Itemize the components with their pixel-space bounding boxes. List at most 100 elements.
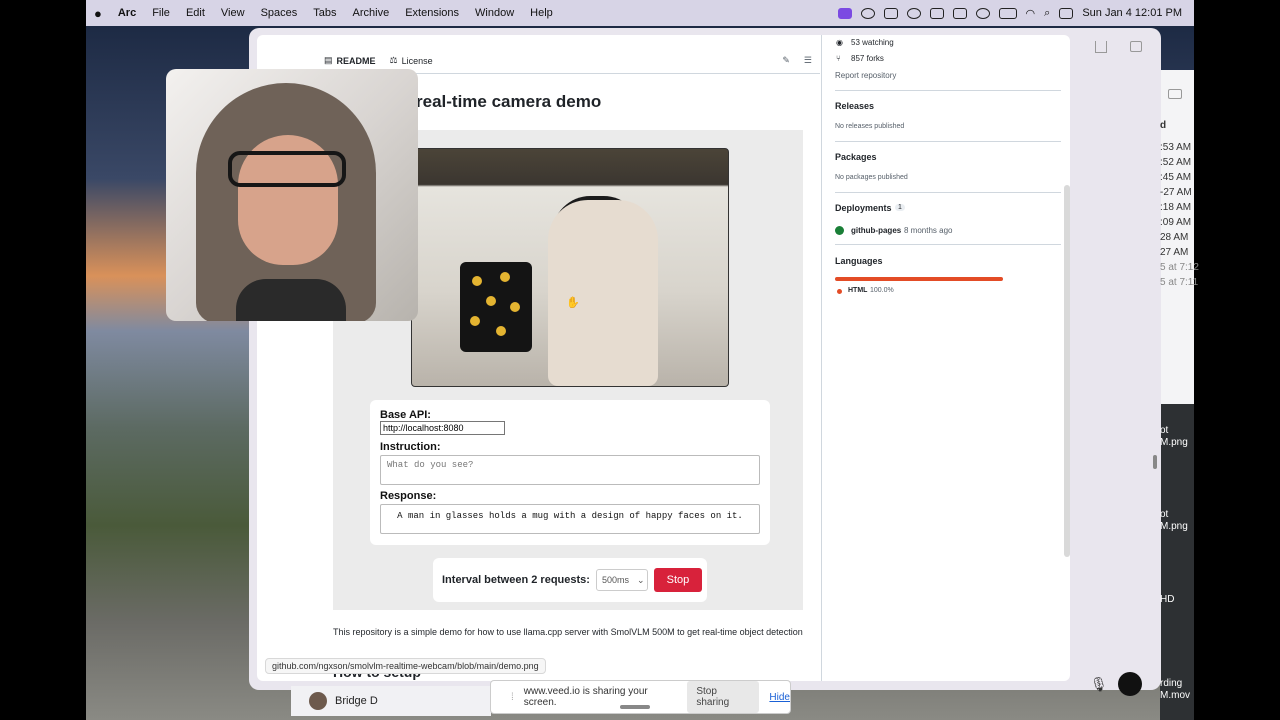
banner-grab-bar bbox=[620, 705, 650, 709]
stop-sharing-button[interactable]: Stop sharing bbox=[687, 681, 760, 713]
check-success-icon bbox=[835, 226, 844, 235]
divider bbox=[835, 192, 1061, 193]
divider bbox=[835, 141, 1061, 142]
watching-link[interactable]: 53 watching bbox=[851, 38, 894, 47]
file-time: 28 AM bbox=[1160, 232, 1189, 243]
language-percent: 100.0% bbox=[870, 287, 894, 294]
stats-icon[interactable] bbox=[929, 7, 944, 19]
forks-link[interactable]: 857 forks bbox=[851, 54, 884, 63]
battery-icon[interactable] bbox=[998, 7, 1017, 19]
file-time: -27 AM bbox=[1160, 187, 1192, 198]
response-textarea[interactable]: A man in glasses holds a mug with a desi… bbox=[380, 504, 760, 534]
menu-edit[interactable]: Edit bbox=[178, 7, 213, 19]
tab-readme[interactable]: ▤ README bbox=[324, 55, 376, 66]
share-status-text: www.veed.io is sharing your screen. bbox=[523, 686, 648, 708]
file-label: M.png bbox=[1160, 521, 1188, 532]
column-header: d bbox=[1160, 120, 1167, 131]
creative-cloud-icon[interactable] bbox=[906, 7, 921, 19]
voice-wave-icon[interactable] bbox=[1118, 672, 1142, 696]
share-icon[interactable] bbox=[1095, 41, 1107, 53]
releases-empty: No releases published bbox=[835, 123, 905, 130]
video-mug bbox=[460, 262, 532, 352]
mug-face-dot bbox=[510, 302, 520, 312]
language-bar bbox=[835, 277, 1003, 281]
releases-heading[interactable]: Releases bbox=[835, 101, 874, 111]
menu-file[interactable]: File bbox=[144, 7, 178, 19]
packages-empty: No packages published bbox=[835, 174, 908, 181]
screen-share-status-icon[interactable] bbox=[837, 7, 852, 19]
split-view-icon[interactable] bbox=[1130, 41, 1142, 52]
language-name[interactable]: HTML bbox=[848, 287, 867, 294]
file-time: :53 AM bbox=[1160, 142, 1192, 153]
sidebar-toggle-icon[interactable] bbox=[1168, 89, 1182, 99]
presenter-glasses bbox=[228, 151, 346, 187]
file-label: M.png bbox=[1160, 437, 1188, 448]
hide-link[interactable]: Hide bbox=[769, 692, 790, 703]
interval-select-value: 500ms bbox=[601, 575, 629, 585]
instruction-textarea[interactable]: What do you see? bbox=[380, 455, 760, 485]
search-icon[interactable]: ⌕ bbox=[1044, 7, 1050, 20]
report-repository-link[interactable]: Report repository bbox=[835, 71, 896, 80]
menu-help[interactable]: Help bbox=[522, 7, 561, 19]
tab-license-label: License bbox=[401, 55, 433, 66]
play-icon[interactable] bbox=[975, 7, 990, 19]
sidebar-divider bbox=[821, 35, 822, 681]
control-center-icon[interactable] bbox=[1059, 7, 1074, 19]
deployments-heading[interactable]: Deployments bbox=[835, 203, 892, 213]
presenter-camera-overlay[interactable] bbox=[166, 69, 418, 321]
page-scrollbar[interactable] bbox=[1064, 185, 1070, 557]
file-label: ot bbox=[1160, 425, 1169, 436]
tab-license[interactable]: ⚖ License bbox=[390, 55, 433, 66]
stop-button[interactable]: Stop bbox=[653, 568, 702, 592]
base-api-input[interactable] bbox=[380, 421, 505, 435]
deployment-name-link[interactable]: github-pages bbox=[851, 226, 901, 235]
language-color-dot bbox=[837, 289, 842, 294]
drag-handle-icon[interactable]: ⁞ bbox=[511, 692, 514, 703]
app-menu[interactable]: Arc bbox=[110, 7, 144, 19]
microphone-icon[interactable]: 🎙 bbox=[1090, 676, 1108, 694]
file-time: 5 at 7:12 bbox=[1160, 262, 1199, 273]
menubar-clock[interactable]: Sun Jan 4 12:01 PM bbox=[1082, 7, 1182, 19]
deployments-count-badge: 1 bbox=[895, 204, 905, 211]
wifi-icon[interactable]: ◠ bbox=[1026, 7, 1036, 20]
divider bbox=[835, 90, 1061, 91]
mug-face-dot bbox=[472, 276, 482, 286]
calendar-icon[interactable] bbox=[883, 7, 898, 19]
base-api-label: Base API: bbox=[380, 409, 431, 421]
windows-icon[interactable] bbox=[952, 7, 967, 19]
cursor-hand-icon: ✋ bbox=[566, 297, 580, 309]
caller-name[interactable]: Bridge D bbox=[335, 695, 378, 707]
outline-list-icon[interactable]: ☰ bbox=[804, 55, 812, 66]
interval-controls: Interval between 2 requests: 500ms ⌄ Stop bbox=[433, 558, 707, 602]
packages-heading[interactable]: Packages bbox=[835, 152, 877, 162]
background-window-dark-area bbox=[1160, 404, 1194, 720]
scale-icon: ⚖ bbox=[389, 55, 398, 65]
response-label: Response: bbox=[380, 490, 437, 502]
file-label: rding bbox=[1160, 678, 1183, 689]
call-bar: Bridge D bbox=[291, 686, 491, 716]
menu-window[interactable]: Window bbox=[467, 7, 522, 19]
menu-bar: ● Arc File Edit View Spaces Tabs Archive… bbox=[86, 0, 1194, 26]
scroll-handle[interactable] bbox=[1153, 455, 1157, 469]
file-time: 27 AM bbox=[1160, 247, 1189, 258]
file-label: M.mov bbox=[1160, 690, 1190, 701]
apple-menu-icon[interactable]: ● bbox=[86, 6, 110, 21]
menu-tabs[interactable]: Tabs bbox=[305, 7, 344, 19]
interval-select[interactable]: 500ms ⌄ bbox=[595, 569, 648, 591]
menu-extensions[interactable]: Extensions bbox=[397, 7, 467, 19]
eye-icon: ◉ bbox=[836, 38, 843, 47]
presenter-shirt bbox=[236, 279, 346, 321]
menu-spaces[interactable]: Spaces bbox=[253, 7, 306, 19]
divider bbox=[835, 244, 1061, 245]
file-time: :52 AM bbox=[1160, 157, 1192, 168]
edit-pencil-icon[interactable]: ✎ bbox=[782, 55, 790, 66]
instruction-label: Instruction: bbox=[380, 441, 441, 453]
file-time: 5 at 7:11 bbox=[1160, 277, 1199, 288]
mug-face-dot bbox=[500, 272, 510, 282]
mug-face-dot bbox=[470, 316, 480, 326]
languages-heading: Languages bbox=[835, 256, 883, 266]
menu-view[interactable]: View bbox=[213, 7, 253, 19]
menu-archive[interactable]: Archive bbox=[345, 7, 398, 19]
deployment-time: 8 months ago bbox=[904, 226, 953, 235]
chatgpt-icon[interactable] bbox=[860, 7, 875, 19]
